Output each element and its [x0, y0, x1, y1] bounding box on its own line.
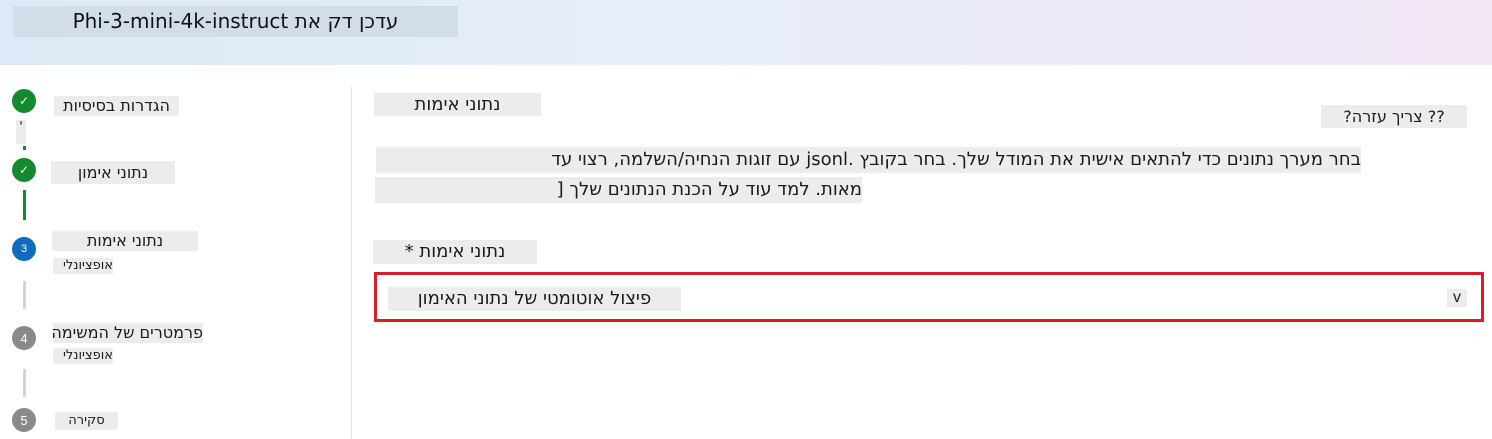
help-link[interactable]: ?? צריך עזרה?: [1321, 105, 1467, 128]
validation-data-dropdown[interactable]: פיצול אוטומטי של נתוני האימון v: [374, 272, 1484, 322]
step-3-title[interactable]: נתוני אימות: [52, 231, 198, 251]
description-line-2[interactable]: מאות. למד עוד על הכנת הנתונים שלך [: [375, 177, 862, 203]
step-3-number-icon: 3: [12, 237, 36, 261]
step-3-connector: [23, 281, 26, 309]
sidebar-divider: [351, 87, 352, 439]
step-5-title[interactable]: סקירה: [55, 412, 118, 430]
section-title: נתוני אימות: [374, 93, 541, 116]
step-5-number-icon: 5: [12, 408, 36, 432]
step-1-connector: [23, 146, 26, 150]
description-line-1: בחר מערך נתונים כדי להתאים אישית את המוד…: [376, 147, 1361, 173]
step-2-connector: [23, 190, 26, 220]
step-3-subtitle: אופציונלי: [53, 258, 113, 274]
step-4-subtitle: אופציונלי: [53, 348, 113, 364]
page-title: עדכן דק את Phi-3-mini-4k-instruct: [13, 6, 458, 37]
step-1-title[interactable]: הגדרות בסיסיות: [54, 96, 179, 116]
step-4-number-icon: 4: [12, 326, 36, 350]
chevron-down-icon[interactable]: v: [1447, 289, 1467, 307]
step-2-check-icon: ✓: [12, 158, 36, 182]
step-4-title[interactable]: פרמטרים של המשימה: [51, 323, 203, 343]
header-banner: עדכן דק את Phi-3-mini-4k-instruct: [0, 0, 1492, 65]
step-4-connector: [23, 369, 26, 397]
step-1-fragment: ': [16, 120, 26, 144]
step-2-title[interactable]: נתוני אימון: [51, 161, 175, 184]
dropdown-selected-value: פיצול אוטומטי של נתוני האימון: [388, 287, 681, 311]
step-1-check-icon: ✓: [12, 89, 36, 113]
validation-data-field-label: נתוני אימות *: [373, 240, 537, 264]
